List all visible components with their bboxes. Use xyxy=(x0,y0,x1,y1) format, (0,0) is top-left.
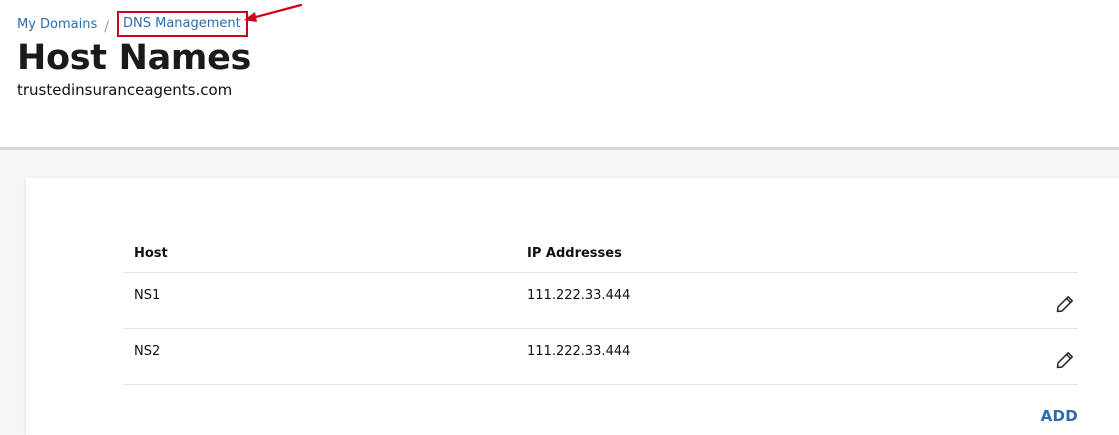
table-header-row: Host IP Addresses xyxy=(123,235,1078,273)
annotation-arrow-icon xyxy=(244,3,303,22)
breadcrumb-dns-management-link[interactable]: DNS Management xyxy=(116,11,248,37)
host-names-card: Host IP Addresses NS1 111.222.33.444 NS2… xyxy=(26,178,1119,435)
column-header-host: Host xyxy=(134,246,168,261)
table-row: NS1 111.222.33.444 xyxy=(123,273,1078,329)
pencil-icon xyxy=(1056,352,1073,369)
breadcrumb-separator: / xyxy=(104,19,109,35)
column-header-ip-addresses: IP Addresses xyxy=(527,246,622,261)
page-header: My Domains / DNS Management Host Names t… xyxy=(0,0,1119,147)
add-host-button[interactable]: ADD xyxy=(1041,407,1078,425)
edit-host-button[interactable] xyxy=(1054,293,1076,315)
breadcrumb-my-domains-link[interactable]: My Domains xyxy=(17,17,97,32)
ip-address-cell: 111.222.33.444 xyxy=(527,288,631,303)
table-row: NS2 111.222.33.444 xyxy=(123,329,1078,385)
pencil-icon xyxy=(1056,296,1073,313)
host-names-table: Host IP Addresses NS1 111.222.33.444 NS2… xyxy=(123,235,1078,385)
host-cell: NS2 xyxy=(134,344,161,359)
page-title: Host Names xyxy=(17,38,252,78)
ip-address-cell: 111.222.33.444 xyxy=(527,344,631,359)
domain-name: trustedinsuranceagents.com xyxy=(17,81,233,99)
edit-host-button[interactable] xyxy=(1054,349,1076,371)
breadcrumb: My Domains / DNS Management xyxy=(17,11,248,37)
host-cell: NS1 xyxy=(134,288,161,303)
